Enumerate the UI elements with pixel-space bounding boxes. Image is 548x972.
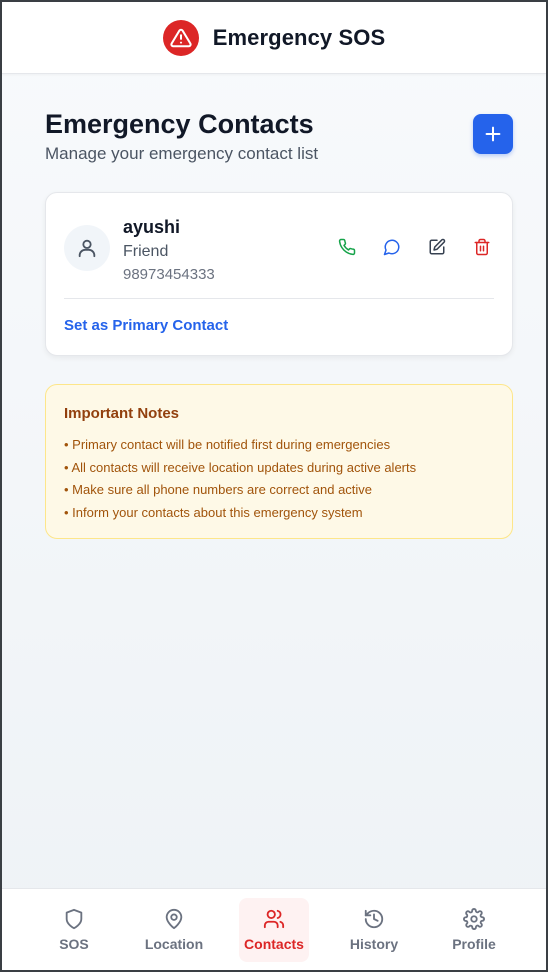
avatar xyxy=(64,225,110,271)
note-item: • All contacts will receive location upd… xyxy=(64,459,417,475)
contact-card: ayushi Friend 98973454333 Set as Primary… xyxy=(45,192,513,356)
trash-icon xyxy=(474,238,490,256)
card-divider xyxy=(64,298,494,299)
add-contact-button[interactable] xyxy=(473,114,513,154)
top-header: Emergency SOS xyxy=(2,2,546,74)
page-heading: Emergency Contacts Manage your emergency… xyxy=(45,106,513,164)
nav-item-location[interactable]: Location xyxy=(139,898,209,962)
history-icon xyxy=(364,909,384,928)
nav-item-contacts[interactable]: Contacts xyxy=(239,897,309,962)
message-icon xyxy=(383,239,400,256)
notes-title: Important Notes xyxy=(64,405,180,422)
nav-item-sos[interactable]: SOS xyxy=(39,898,109,962)
phone-icon xyxy=(338,238,356,256)
important-notes: Important Notes • Primary contact will b… xyxy=(45,384,513,539)
delete-button[interactable] xyxy=(470,235,494,259)
plus-icon xyxy=(485,126,501,142)
contact-relation: Friend xyxy=(123,243,169,260)
edit-icon xyxy=(429,238,446,255)
nav-item-profile[interactable]: Profile xyxy=(439,898,509,962)
call-button[interactable] xyxy=(335,235,359,259)
page-title: Emergency Contacts xyxy=(45,109,314,139)
note-item: • Inform your contacts about this emerge… xyxy=(64,504,363,520)
notes-list: • Primary contact will be notified first… xyxy=(64,434,494,524)
app-frame: Emergency SOS Emergency Contacts Manage … xyxy=(0,0,548,972)
nav-item-history[interactable]: History xyxy=(339,898,409,962)
set-primary-link[interactable]: Set as Primary Contact xyxy=(64,317,228,334)
contact-phone: 98973454333 xyxy=(123,266,215,283)
contact-info: ayushi Friend 98973454333 xyxy=(123,215,215,286)
bottom-nav: SOS Location Contacts History Profile xyxy=(2,888,546,970)
shield-icon xyxy=(65,908,83,929)
nav-label: Contacts xyxy=(244,935,304,952)
map-pin-icon xyxy=(165,908,183,929)
nav-label: Profile xyxy=(452,935,496,952)
users-icon xyxy=(263,909,285,928)
alert-triangle-icon xyxy=(162,19,199,56)
nav-label: Location xyxy=(144,935,204,952)
note-item: • Make sure all phone numbers are correc… xyxy=(64,482,373,497)
note-item: • Primary contact will be notified first… xyxy=(64,437,391,452)
nav-label: SOS xyxy=(59,935,89,952)
contact-actions xyxy=(335,235,494,259)
app-title: Emergency SOS xyxy=(212,24,386,50)
user-icon xyxy=(78,239,96,258)
gear-icon xyxy=(463,907,485,930)
page-subtitle: Manage your emergency contact list xyxy=(45,144,319,163)
nav-label: History xyxy=(349,935,399,952)
contact-name: ayushi xyxy=(123,217,181,237)
message-button[interactable] xyxy=(380,235,404,259)
edit-button[interactable] xyxy=(425,235,449,259)
